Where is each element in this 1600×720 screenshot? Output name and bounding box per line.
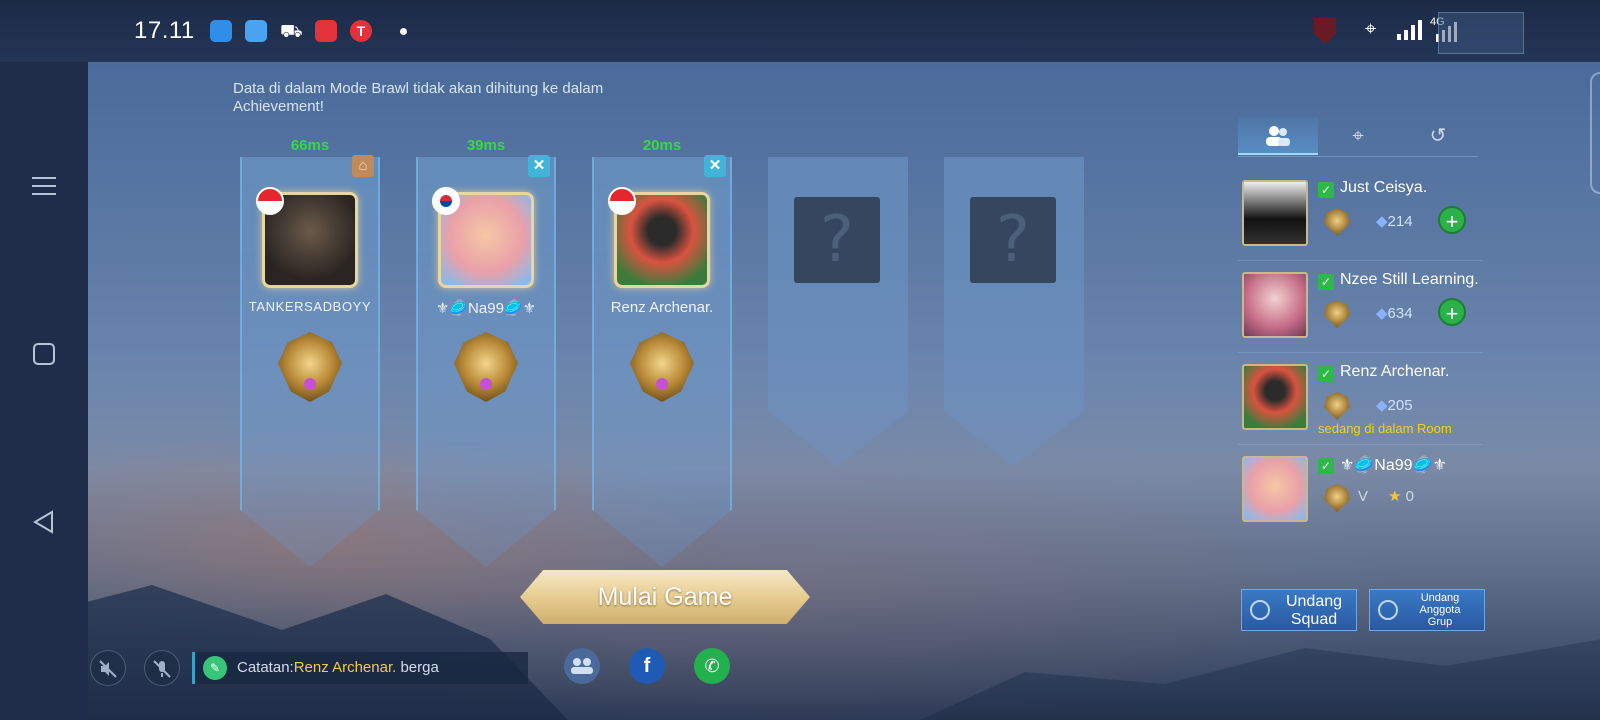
- home-square-icon[interactable]: [30, 340, 58, 368]
- friend-item[interactable]: ✓ Nzee Still Learning. ◆634 +: [1238, 267, 1483, 353]
- system-nav-bar: [0, 62, 88, 720]
- friend-name: Just Ceisya.: [1340, 179, 1428, 196]
- add-friend-button[interactable]: +: [1438, 298, 1466, 326]
- whatsapp-icon[interactable]: ✆: [694, 648, 730, 684]
- invite-group-label: Undang Anggota Grup: [1419, 592, 1461, 628]
- rank-tier: V: [1358, 488, 1369, 505]
- star-count: ★ 0: [1388, 487, 1414, 505]
- indonesia-flag-icon: [256, 187, 284, 215]
- facebook-icon[interactable]: f: [629, 648, 665, 684]
- app-icon-chat: [245, 20, 267, 42]
- checkbox-icon[interactable]: ✓: [1318, 458, 1334, 474]
- back-triangle-icon[interactable]: [30, 508, 58, 536]
- game-minimized-overlay: [1438, 12, 1524, 54]
- brawl-notice: Data di dalam Mode Brawl tidak akan dihi…: [233, 80, 604, 115]
- diamond-value: 634: [1387, 305, 1413, 322]
- ping-label: 20ms: [642, 137, 682, 154]
- invite-icon: [1250, 600, 1270, 620]
- rank-emblem-icon: [1324, 300, 1350, 328]
- empty-slot-placeholder: ?: [970, 197, 1056, 283]
- side-handle[interactable]: [1590, 72, 1600, 194]
- location-icon: ⌖: [1365, 18, 1377, 40]
- kick-icon[interactable]: ✕: [704, 155, 726, 177]
- avatar: [1242, 180, 1308, 246]
- invite-squad-label: Undang Squad: [1285, 593, 1343, 628]
- player-slot[interactable]: 66ms ⌂ TANKERSADBOYY: [240, 137, 380, 567]
- start-game-button[interactable]: Mulai Game: [520, 570, 810, 624]
- chat-bar[interactable]: ✎ Catatan:Renz Archenar. berga: [192, 652, 528, 684]
- recent-icon[interactable]: ↺: [1398, 117, 1478, 155]
- star-icon: ★: [1388, 488, 1402, 505]
- diamond-icon: ◆: [1376, 397, 1388, 414]
- status-bar: 17.11 ⛟ T ⌖ 4G: [0, 0, 1600, 62]
- menu-icon[interactable]: [30, 172, 58, 200]
- friends-panel: ⌖ ↺ ✓ Just Ceisya. ◆214 + ✓ Nzee Still L…: [1238, 117, 1488, 631]
- player-name: Renz Archenar.: [610, 299, 714, 316]
- player-slot[interactable]: 39ms ✕ ⚜🥏Na99🥏⚜: [416, 137, 556, 567]
- star-value: 0: [1405, 488, 1414, 505]
- kick-icon[interactable]: ✕: [528, 155, 550, 177]
- diamond-value: 205: [1387, 397, 1413, 414]
- ping-label: 66ms: [290, 137, 330, 154]
- group-icon[interactable]: [564, 648, 600, 684]
- add-friend-button[interactable]: +: [1438, 206, 1466, 234]
- speaker-mute-icon[interactable]: [90, 650, 126, 686]
- app-icon-red-t: T: [350, 20, 372, 42]
- checkbox-icon[interactable]: ✓: [1318, 366, 1334, 382]
- chat-player-name: Renz Archenar.: [293, 659, 397, 676]
- location-icon[interactable]: ⌖: [1318, 117, 1398, 155]
- friend-name: ⚜🥏Na99🥏⚜: [1340, 457, 1447, 474]
- diamond-count: ◆205: [1376, 396, 1413, 414]
- rank-emblem-icon: [1324, 484, 1350, 512]
- player-name: ⚜🥏Na99🥏⚜: [435, 300, 537, 317]
- south-korea-flag-icon: [432, 187, 460, 215]
- player-slot[interactable]: 20ms ✕ Renz Archenar.: [592, 137, 732, 567]
- friends-tabs: ⌖ ↺: [1238, 117, 1478, 157]
- checkbox-icon[interactable]: ✓: [1318, 182, 1334, 198]
- friend-item[interactable]: ✓ ⚜🥏Na99🥏⚜ V ★ 0: [1238, 451, 1483, 537]
- signal-icon: [1395, 18, 1423, 44]
- friend-status: sedang di dalam Room: [1318, 421, 1452, 436]
- ping-label: 39ms: [466, 137, 506, 154]
- avatar: [1242, 364, 1308, 430]
- chat-prefix: Catatan:: [237, 659, 294, 676]
- avatar: [1242, 272, 1308, 338]
- room-owner-icon: ⌂: [352, 155, 374, 177]
- chat-icon: ✎: [203, 656, 227, 680]
- invite-squad-button[interactable]: Undang Squad: [1241, 589, 1357, 631]
- app-icon-blue: [210, 20, 232, 42]
- rank-emblem-icon: [1324, 208, 1350, 236]
- chat-message: berga: [396, 659, 439, 676]
- empty-slot[interactable]: ?: [944, 157, 1084, 567]
- friend-name: Nzee Still Learning.: [1340, 271, 1479, 288]
- background-mountain: [88, 585, 568, 720]
- friend-name: Renz Archenar.: [1340, 363, 1450, 380]
- empty-slot[interactable]: ?: [768, 157, 908, 567]
- invite-icon: [1378, 600, 1398, 620]
- shield-icon: [1314, 18, 1336, 44]
- player-name: TANKERSADBOYY: [248, 299, 372, 314]
- clock: 17.11: [134, 17, 195, 44]
- diamond-count: ◆214: [1376, 212, 1413, 230]
- avatar: [1242, 456, 1308, 522]
- friends-icon[interactable]: [1238, 117, 1318, 155]
- diamond-count: ◆634: [1376, 304, 1413, 322]
- invite-group-button[interactable]: Undang Anggota Grup: [1369, 589, 1485, 631]
- diamond-icon: ◆: [1376, 305, 1388, 322]
- diamond-icon: ◆: [1376, 213, 1388, 230]
- notification-dot: [400, 28, 407, 35]
- friend-item[interactable]: ✓ Just Ceisya. ◆214 +: [1238, 175, 1483, 261]
- checkbox-icon[interactable]: ✓: [1318, 274, 1334, 290]
- friend-item[interactable]: ✓ Renz Archenar. ◆205 sedang di dalam Ro…: [1238, 359, 1483, 445]
- diamond-value: 214: [1387, 213, 1413, 230]
- game-lobby: Data di dalam Mode Brawl tidak akan dihi…: [88, 62, 1600, 720]
- empty-slot-placeholder: ?: [794, 197, 880, 283]
- indonesia-flag-icon: [608, 187, 636, 215]
- rank-emblem-icon: [1324, 392, 1350, 420]
- car-icon: ⛟: [280, 21, 303, 41]
- mic-mute-icon[interactable]: [144, 650, 180, 686]
- video-record-icon: [315, 20, 337, 42]
